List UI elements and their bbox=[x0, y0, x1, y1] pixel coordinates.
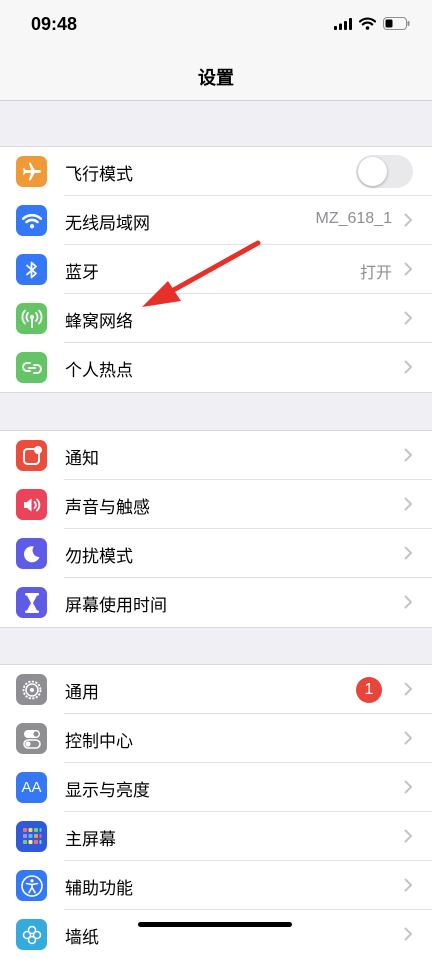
sound-icon bbox=[16, 489, 47, 520]
accessibility-icon bbox=[16, 870, 47, 901]
settings-row-label: 个人热点 bbox=[65, 361, 133, 381]
settings-row-notifications[interactable]: 通知 bbox=[0, 431, 432, 480]
settings-group-general: 通用 1 控制中心 AA 显示与亮度 主屏幕 辅助功能 墙纸 bbox=[0, 664, 432, 959]
settings-row-general[interactable]: 通用 1 bbox=[0, 665, 432, 714]
chevron-right-icon bbox=[404, 213, 412, 227]
status-time: 09:48 bbox=[31, 14, 78, 34]
chevron-right-icon bbox=[404, 448, 412, 462]
cellular-signal-icon bbox=[334, 17, 352, 30]
update-badge: 1 bbox=[356, 677, 382, 703]
text-size-glyph: AA bbox=[21, 779, 42, 796]
chevron-right-icon bbox=[404, 682, 412, 696]
wifi-status-icon bbox=[359, 17, 376, 30]
settings-row-cellular[interactable]: 蜂窝网络 bbox=[0, 294, 432, 343]
wlan-network-name: MZ_618_1 bbox=[315, 210, 393, 227]
page-title: 设置 bbox=[198, 68, 234, 89]
settings-row-label: 蜂窝网络 bbox=[65, 312, 133, 332]
settings-row-bluetooth[interactable]: 蓝牙 打开 bbox=[0, 245, 432, 294]
settings-row-do-not-disturb[interactable]: 勿扰模式 bbox=[0, 529, 432, 578]
chevron-right-icon bbox=[404, 731, 412, 745]
home-screen-icon bbox=[16, 821, 47, 852]
moon-icon bbox=[16, 538, 47, 569]
settings-row-accessibility[interactable]: 辅助功能 bbox=[0, 861, 432, 910]
settings-row-home-screen[interactable]: 主屏幕 bbox=[0, 812, 432, 861]
battery-icon bbox=[383, 17, 410, 30]
settings-row-label: 无线局域网 bbox=[65, 214, 150, 234]
settings-row-label: 显示与亮度 bbox=[65, 781, 150, 801]
text-size-icon: AA bbox=[16, 772, 47, 803]
settings-row-label: 蓝牙 bbox=[65, 263, 99, 283]
settings-row-label: 辅助功能 bbox=[65, 879, 133, 899]
settings-group-notifications: 通知 声音与触感 勿扰模式 屏幕使用时间 bbox=[0, 430, 432, 628]
chevron-right-icon bbox=[404, 878, 412, 892]
bluetooth-status: 打开 bbox=[359, 265, 392, 282]
status-bar: 09:48 bbox=[0, 0, 432, 52]
settings-row-wlan[interactable]: 无线局域网 MZ_618_1 bbox=[0, 196, 432, 245]
toggles-icon bbox=[16, 723, 47, 754]
toggle-knob bbox=[358, 157, 387, 186]
settings-row-label: 勿扰模式 bbox=[65, 547, 133, 567]
notifications-icon bbox=[16, 440, 47, 471]
airplane-icon bbox=[16, 156, 47, 187]
chevron-right-icon bbox=[404, 829, 412, 843]
chevron-right-icon bbox=[404, 595, 412, 609]
navigation-bar: 设置 bbox=[0, 52, 432, 101]
gear-icon bbox=[16, 674, 47, 705]
chevron-right-icon bbox=[404, 927, 412, 941]
settings-row-label: 主屏幕 bbox=[65, 830, 116, 850]
wifi-icon bbox=[16, 205, 47, 236]
settings-row-display-brightness[interactable]: AA 显示与亮度 bbox=[0, 763, 432, 812]
settings-row-label: 屏幕使用时间 bbox=[65, 596, 167, 616]
chevron-right-icon bbox=[404, 311, 412, 325]
cellular-icon bbox=[16, 303, 47, 334]
settings-row-label: 声音与触感 bbox=[65, 498, 150, 518]
hourglass-icon bbox=[16, 587, 47, 618]
settings-row-airplane-mode[interactable]: 飞行模式 bbox=[0, 147, 432, 196]
chevron-right-icon bbox=[404, 546, 412, 560]
settings-row-personal-hotspot[interactable]: 个人热点 bbox=[0, 343, 432, 392]
settings-row-wallpaper[interactable]: 墙纸 bbox=[0, 910, 432, 959]
settings-row-sounds-haptics[interactable]: 声音与触感 bbox=[0, 480, 432, 529]
chevron-right-icon bbox=[404, 497, 412, 511]
settings-row-label: 通用 bbox=[65, 683, 99, 703]
settings-group-connectivity: 飞行模式 无线局域网 MZ_618_1 蓝牙 打开 蜂窝网络 个人热点 bbox=[0, 146, 432, 393]
wallpaper-icon bbox=[16, 919, 47, 950]
chevron-right-icon bbox=[404, 262, 412, 276]
settings-row-label: 控制中心 bbox=[65, 732, 133, 752]
home-indicator[interactable] bbox=[138, 922, 292, 927]
settings-row-label: 飞行模式 bbox=[65, 165, 133, 185]
chevron-right-icon bbox=[404, 360, 412, 374]
bluetooth-icon bbox=[16, 254, 47, 285]
settings-row-label: 通知 bbox=[65, 449, 99, 469]
hotspot-icon bbox=[16, 352, 47, 383]
settings-row-control-center[interactable]: 控制中心 bbox=[0, 714, 432, 763]
settings-row-screen-time[interactable]: 屏幕使用时间 bbox=[0, 578, 432, 627]
chevron-right-icon bbox=[404, 780, 412, 794]
airplane-mode-toggle[interactable] bbox=[356, 155, 413, 188]
